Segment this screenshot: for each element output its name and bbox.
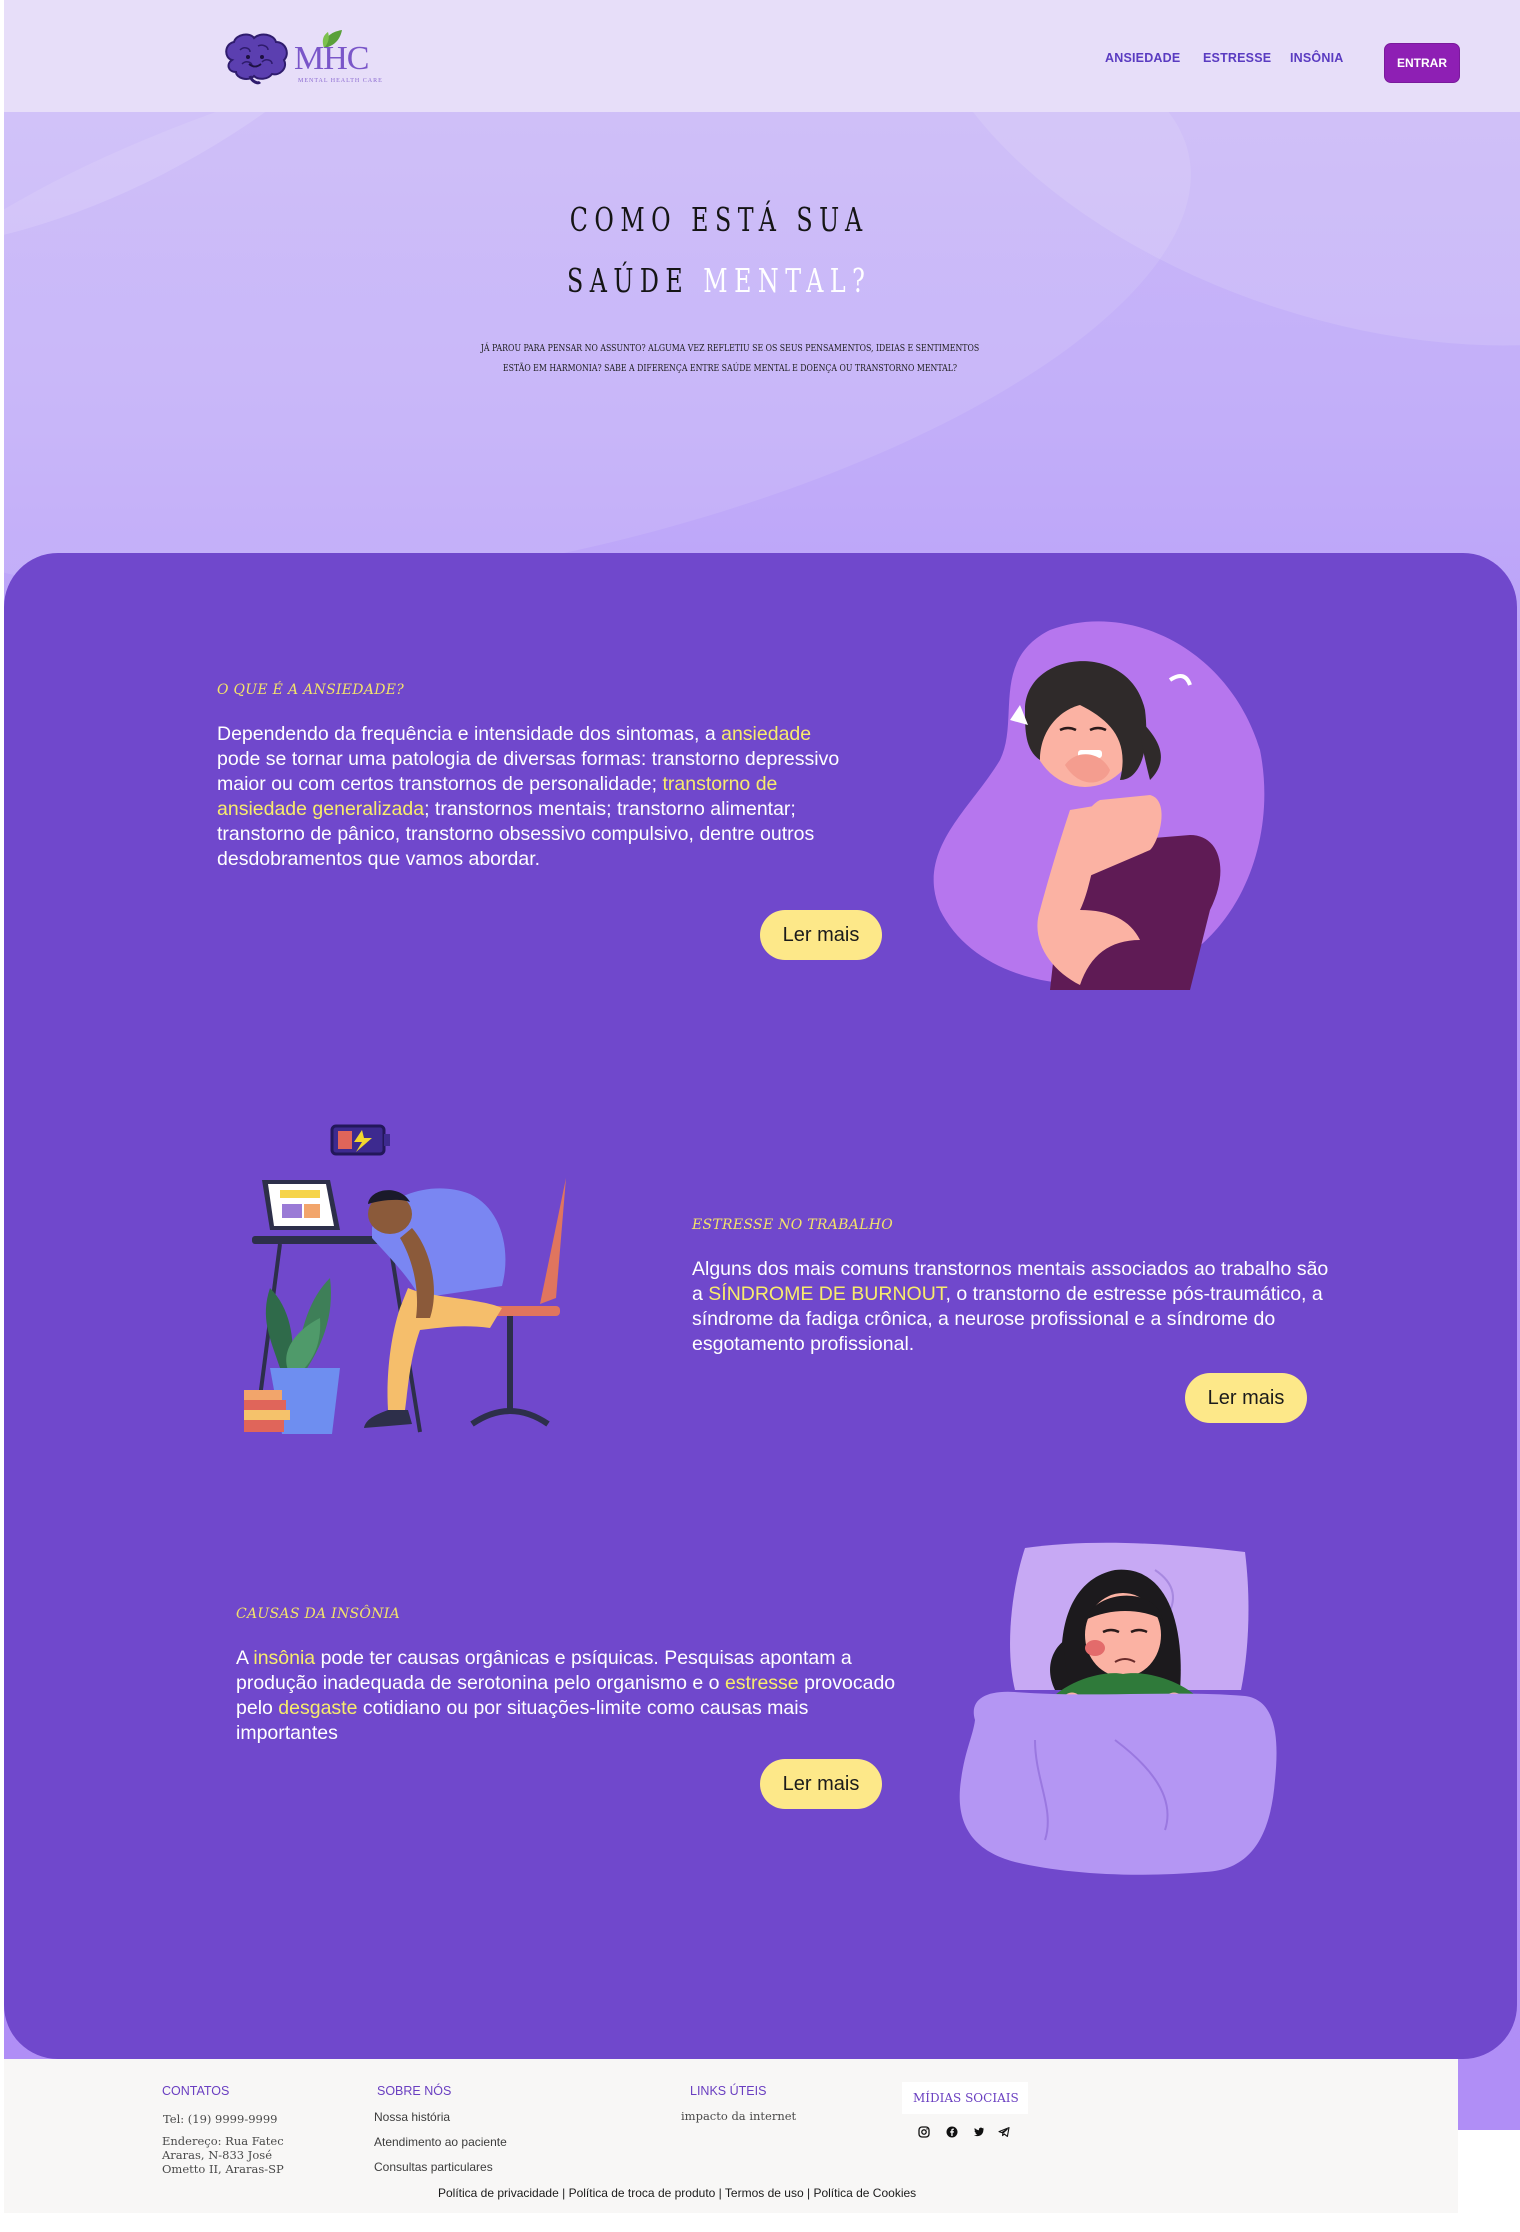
header: MHC MENTAL HEALTH CARE ANSIEDADE ESTRESS… xyxy=(4,0,1520,112)
insomnia-read-more-button[interactable]: Ler mais xyxy=(760,1759,882,1809)
return-policy-link[interactable]: Política de troca de produto xyxy=(569,2186,716,2200)
nav-ansiedade[interactable]: ANSIEDADE xyxy=(1105,51,1180,65)
telegram-icon[interactable] xyxy=(997,2125,1011,2139)
anxiety-read-more-button[interactable]: Ler mais xyxy=(760,910,882,960)
highlight-desgaste: desgaste xyxy=(278,1697,358,1719)
stress-read-more-button[interactable]: Ler mais xyxy=(1185,1373,1307,1423)
insomnia-title: CAUSAS DA INSÔNIA xyxy=(236,1606,400,1622)
separator: | xyxy=(718,2186,722,2200)
separator: | xyxy=(806,2186,811,2200)
separator: | xyxy=(562,2186,566,2200)
insomnia-text: A insônia pode ter causas orgânicas e ps… xyxy=(236,1646,896,1746)
text-run: A xyxy=(236,1647,254,1669)
links-heading: LINKS ÚTEIS xyxy=(690,2084,767,2098)
privacy-policy-link[interactable]: Política de privacidade xyxy=(438,2186,559,2200)
about-heading: SOBRE NÓS xyxy=(377,2084,452,2098)
terms-of-use-link[interactable]: Termos de uso xyxy=(725,2186,804,2200)
login-button[interactable]: ENTRAR xyxy=(1384,43,1460,83)
brain-logo-icon xyxy=(225,33,288,85)
stress-text: Alguns dos mais comuns transtornos menta… xyxy=(692,1257,1342,1357)
about-link-private-consults[interactable]: Consultas particulares xyxy=(374,2160,493,2174)
hero-title-highlight: MENTAL? xyxy=(703,261,872,300)
link-internet-impact[interactable]: impacto da internet xyxy=(681,2109,796,2123)
legal-links: Política de privacidade | Política de tr… xyxy=(438,2186,916,2200)
highlight-insonia: insônia xyxy=(253,1647,316,1669)
social-heading: MÍDIAS SOCIAIS xyxy=(913,2091,1019,2105)
hero-title-line2: SAÚDE MENTAL? xyxy=(201,261,1238,300)
page: MHC MENTAL HEALTH CARE ANSIEDADE ESTRESS… xyxy=(0,0,1520,2232)
logo-text: MHC xyxy=(294,40,369,77)
contact-address-line: Araras, N-833 José xyxy=(162,2148,273,2162)
contact-address-line: Endereço: Rua Fatec xyxy=(162,2134,284,2148)
text-run: Dependendo da frequência e intensidade d… xyxy=(217,723,722,745)
about-link-patient-care[interactable]: Atendimento ao paciente xyxy=(374,2135,507,2149)
cookie-policy-link[interactable]: Política de Cookies xyxy=(813,2186,916,2200)
nav-insonia[interactable]: INSÔNIA xyxy=(1290,51,1344,65)
hero-title-line1: COMO ESTÁ SUA xyxy=(569,200,869,239)
highlight-burnout: SÍNDROME DE BURNOUT xyxy=(708,1283,946,1305)
stress-title: ESTRESSE NO TRABALHO xyxy=(692,1217,894,1233)
highlight-ansiedade: ansiedade xyxy=(721,723,812,745)
facebook-icon[interactable] xyxy=(945,2125,959,2139)
anxiety-text: Dependendo da frequência e intensidade d… xyxy=(217,722,857,872)
instagram-icon[interactable] xyxy=(917,2125,931,2139)
hero-title-word: SAÚDE xyxy=(566,261,690,300)
sleepless-woman-illustration xyxy=(959,1542,1277,1875)
contacts-heading: CONTATOS xyxy=(162,2084,230,2098)
twitter-icon[interactable] xyxy=(972,2125,986,2139)
hero-subtitle-line2: ESTÃO EM HARMONIA? SABE A DIFERENÇA ENTR… xyxy=(502,363,958,374)
highlight-estresse: estresse xyxy=(724,1672,799,1694)
burnout-worker-illustration xyxy=(244,1124,566,1434)
hero-subtitle-line1: JÁ PAROU PARA PENSAR NO ASSUNTO? ALGUMA … xyxy=(480,343,980,354)
contact-phone: Tel: (19) 9999-9999 xyxy=(163,2112,278,2126)
nav-estresse[interactable]: ESTRESSE xyxy=(1203,51,1271,65)
about-link-history[interactable]: Nossa história xyxy=(374,2110,450,2124)
logo[interactable]: MHC MENTAL HEALTH CARE xyxy=(222,30,382,90)
logo-subtitle: MENTAL HEALTH CARE xyxy=(298,78,383,84)
contact-address-line: Ometto II, Araras-SP xyxy=(162,2162,284,2176)
anxious-woman-illustration xyxy=(933,621,1265,990)
anxiety-title: O QUE É A ANSIEDADE? xyxy=(217,682,405,698)
